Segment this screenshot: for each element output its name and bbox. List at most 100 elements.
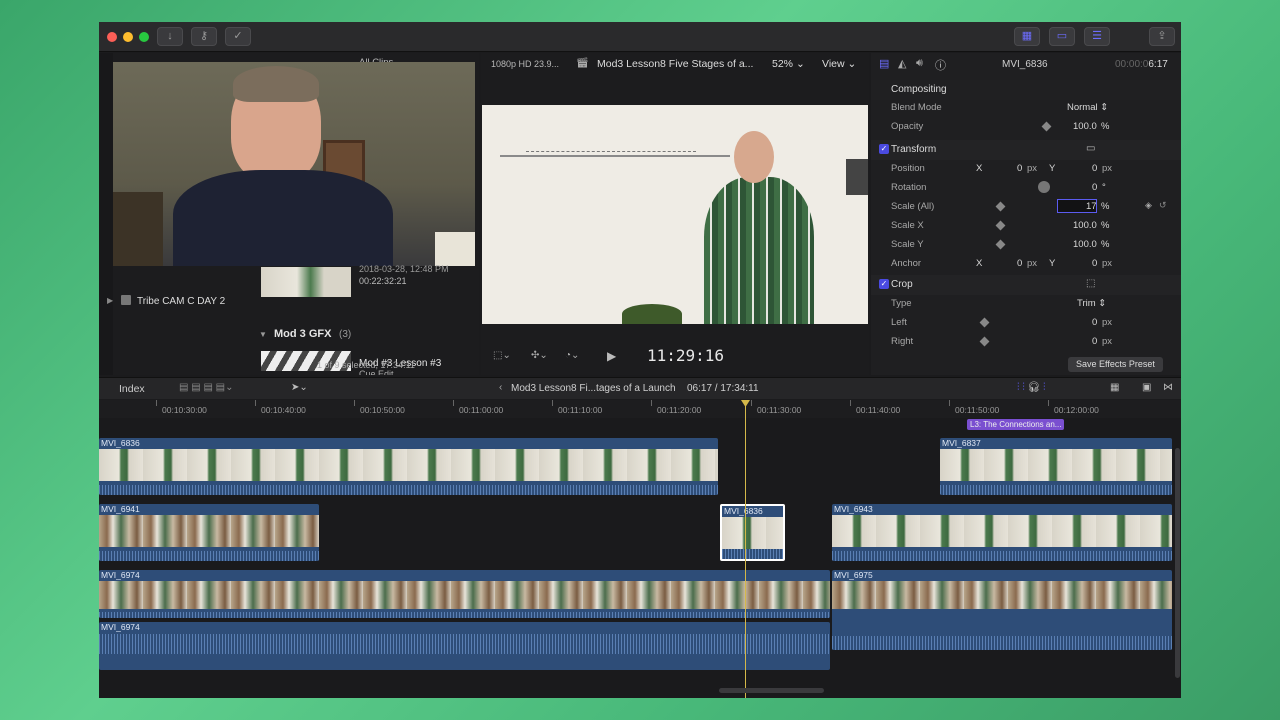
scale-x-slider[interactable]: [995, 220, 1006, 231]
crop-right-slider[interactable]: [979, 336, 990, 347]
zoom-dropdown[interactable]: 52% ⌄: [772, 58, 805, 70]
close-window-button[interactable]: [107, 32, 117, 42]
scale-x-value[interactable]: 100.0: [1073, 220, 1097, 231]
clip-duration: 00:22:32:21: [359, 276, 407, 286]
crop-section[interactable]: ✓ Crop ⬚: [871, 275, 1181, 295]
inspector-toggle-button[interactable]: ☰: [1084, 27, 1110, 46]
keywords-button[interactable]: ⚷: [191, 27, 217, 46]
transform-onscreen-icon[interactable]: ▭: [1086, 143, 1095, 154]
audio-clip[interactable]: MVI_6974: [99, 622, 830, 670]
play-icon[interactable]: ▶: [607, 349, 616, 363]
crop-type-popup[interactable]: Trim ⇕: [1077, 298, 1106, 309]
timeline-clip[interactable]: MVI_6836: [99, 438, 718, 495]
filter-inspector-tab[interactable]: ◭: [898, 57, 906, 70]
crop-type-row: Type Trim ⇕: [871, 295, 1181, 313]
group-name[interactable]: Mod 3 GFX: [274, 328, 331, 340]
clip-waveform: [99, 485, 718, 495]
zoom-window-button[interactable]: [139, 32, 149, 42]
view-dropdown[interactable]: View ⌄: [822, 58, 856, 70]
vertical-scrollbar[interactable]: [1175, 448, 1180, 678]
audio-skimming-icons[interactable]: ⫶ ⫶ 🎧︎ ⫶: [1017, 382, 1046, 393]
rotation-dial[interactable]: [1038, 181, 1050, 193]
timeline-clip[interactable]: MVI_6941: [99, 504, 319, 561]
index-button[interactable]: Index: [119, 383, 145, 395]
crop-left-slider[interactable]: [979, 317, 990, 328]
scale-all-unit: %: [1101, 201, 1110, 212]
clip-filmstrip: [99, 449, 718, 481]
timeline-ruler[interactable]: 00:10:30:00 00:10:40:00 00:10:50:00 00:1…: [99, 400, 1181, 418]
key-icon: ⚷: [199, 30, 209, 42]
blend-mode-popup[interactable]: Normal ⇕: [1067, 102, 1108, 113]
opacity-value[interactable]: 100.0: [1073, 121, 1097, 132]
horizontal-scrollbar[interactable]: [719, 688, 824, 693]
position-y-value[interactable]: 0: [1092, 163, 1097, 174]
sliders-icon: ☰: [1092, 30, 1102, 42]
scale-all-value[interactable]: 17: [1086, 201, 1097, 212]
video-inspector-tab[interactable]: ▤: [879, 57, 889, 70]
background-tasks-button[interactable]: ✓: [225, 27, 251, 46]
crop-onscreen-icon[interactable]: ⬚: [1086, 278, 1095, 289]
scale-y-value[interactable]: 100.0: [1073, 239, 1097, 250]
compositing-title: Compositing: [891, 84, 947, 95]
timeline-clip[interactable]: MVI_6837: [940, 438, 1172, 495]
timeline-toggle-button[interactable]: ▭: [1049, 27, 1075, 46]
timeline-toolbar: Index ▤ ▤ ▤ ▤⌄ ➤⌄ ‹ Mod3 Lesson8 Fi...ta…: [99, 377, 1181, 399]
timeline-clip[interactable]: MVI_6943: [832, 504, 1172, 561]
transform-section[interactable]: ✓ Transform ▭: [871, 140, 1181, 160]
minimize-window-button[interactable]: [123, 32, 133, 42]
ruler-tick: [354, 400, 355, 406]
viewer-title: Mod3 Lesson8 Five Stages of a...: [597, 58, 754, 70]
playhead[interactable]: [745, 400, 746, 698]
clip-waveform: [99, 612, 830, 618]
import-button[interactable]: ↓: [157, 27, 183, 46]
title-clip[interactable]: L3: The Connections an...: [967, 419, 1065, 430]
keyframe-icon[interactable]: ◈: [1145, 200, 1152, 211]
plant: [622, 304, 682, 324]
clip-thumbnail[interactable]: [261, 267, 351, 297]
effects-browser-icon[interactable]: ▣: [1142, 382, 1151, 393]
timeline-clip[interactable]: MVI_6974: [99, 570, 830, 618]
selected-timeline-clip[interactable]: MVI_6836: [720, 504, 785, 561]
ruler-label: 00:11:20:00: [657, 405, 702, 415]
enhance-button[interactable]: ✣⌄: [531, 350, 548, 361]
audio-inspector-tab[interactable]: 🔊︎: [916, 57, 923, 70]
crop-left-value[interactable]: 0: [1092, 317, 1097, 328]
opacity-slider[interactable]: [1041, 121, 1052, 132]
transform-enable-checkbox[interactable]: ✓: [879, 144, 889, 154]
scale-y-slider[interactable]: [995, 239, 1006, 250]
crop-right-value[interactable]: 0: [1092, 336, 1097, 347]
anchor-y-value[interactable]: 0: [1092, 258, 1097, 269]
save-effects-preset-button[interactable]: Save Effects Preset: [1068, 357, 1163, 372]
browser-toggle-button[interactable]: ▦: [1014, 27, 1040, 46]
anchor-x-value[interactable]: 0: [1017, 258, 1022, 269]
ruler-tick: [651, 400, 652, 406]
compositing-section[interactable]: Compositing: [871, 80, 1181, 100]
edit-tools-icons[interactable]: ▤ ▤ ▤ ▤⌄: [179, 382, 234, 393]
crop-enable-checkbox[interactable]: ✓: [879, 279, 889, 289]
select-tool-icon[interactable]: ➤⌄: [291, 382, 308, 393]
transitions-browser-icon[interactable]: ⋈: [1163, 382, 1173, 393]
timeline-clip[interactable]: MVI_6975: [832, 570, 1172, 650]
viewer-format[interactable]: 1080p HD 23.9...: [491, 59, 559, 69]
scale-all-slider[interactable]: [995, 201, 1006, 212]
position-y-unit: px: [1102, 163, 1113, 174]
reset-icon[interactable]: ↺: [1159, 200, 1167, 211]
back-chevron-icon[interactable]: ‹: [499, 382, 502, 393]
position-x-label: X: [976, 163, 983, 174]
blend-mode-row: Blend Mode Normal ⇕: [871, 99, 1181, 117]
view-label: View: [822, 58, 845, 70]
group-disclosure-triangle[interactable]: ▼: [259, 330, 267, 339]
event-item-name[interactable]: Tribe CAM C DAY 2: [137, 296, 225, 307]
info-inspector-tab[interactable]: ⓘ: [935, 57, 946, 73]
crop-type-value: Trim: [1077, 298, 1096, 309]
disclosure-triangle[interactable]: ▶: [107, 296, 113, 305]
rotation-value[interactable]: 0: [1092, 182, 1097, 193]
transform-tool-button[interactable]: ⬚⌄: [493, 350, 511, 361]
retime-button[interactable]: ◔⌄: [565, 350, 579, 361]
position-x-value[interactable]: 0: [1017, 163, 1022, 174]
share-button[interactable]: ⇪: [1149, 27, 1175, 46]
clip-appearance-icon[interactable]: ▦: [1110, 382, 1119, 393]
presenter-figure: [704, 177, 814, 324]
anchor-y-unit: px: [1102, 258, 1113, 269]
crop-type-label: Type: [891, 298, 912, 309]
